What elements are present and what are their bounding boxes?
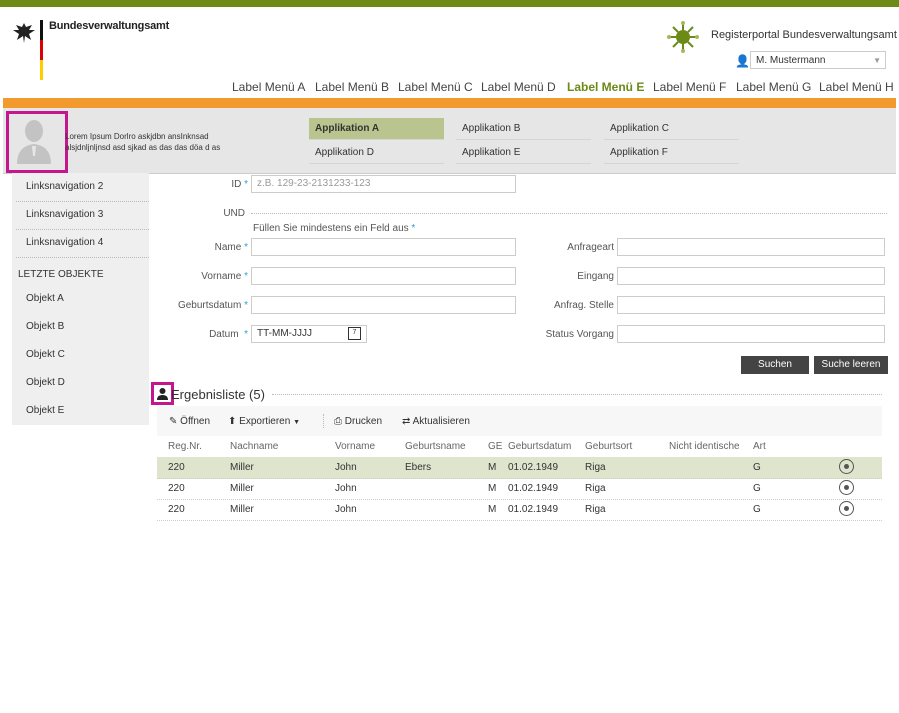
eye-icon[interactable] [839,501,854,516]
app-c[interactable]: Applikation C [604,118,739,140]
menu-item-e[interactable]: Label Menü E [567,80,644,94]
sidebar-link[interactable]: Linksnavigation 2 [26,181,103,192]
divider [16,201,149,202]
menu-item-f[interactable]: Label Menü F [653,80,726,94]
results-toolbar: ✎ Öffnen ⬆ Exportieren ▼ ⎙ Drucken ⇄ Akt… [157,406,882,436]
id-label: ID * [231,179,248,190]
anfrag-stelle-label: Anfrag. Stelle [553,300,614,311]
recent-object[interactable]: Objekt A [26,293,64,304]
recent-objects-heading: LETZTE OBJEKTE [18,269,104,280]
user-icon: 👤 [735,54,750,68]
pencil-icon: ✎ [169,416,178,427]
app-e[interactable]: Applikation E [456,142,591,164]
search-button[interactable]: Suchen [741,356,809,374]
app-b[interactable]: Applikation B [456,118,591,140]
column-header[interactable]: Nicht identische [669,441,740,452]
table-row[interactable]: 220 Miller John M 01.02.1949 Riga G [157,478,882,500]
column-header[interactable]: Vorname [335,441,375,452]
open-button[interactable]: ✎ Öffnen [169,416,210,427]
required-hint: Füllen Sie mindestens ein Feld aus * [253,223,416,234]
results-divider [272,394,882,395]
app-d[interactable]: Applikation D [309,142,444,164]
anfrageart-label: Anfrageart [567,242,614,253]
vorname-input[interactable] [251,267,516,285]
user-info-text: Lorem Ipsum Dorlro askjdbn ansInknsad al… [65,132,221,152]
divider [16,229,149,230]
menu-item-g[interactable]: Label Menü G [736,80,811,94]
refresh-icon: ⇄ [402,416,411,427]
table-row[interactable]: 220 Miller John M 01.02.1949 Riga G [157,499,882,521]
recent-object[interactable]: Objekt E [26,405,64,416]
print-button[interactable]: ⎙ Drucken [334,416,382,427]
geburtsdatum-input[interactable] [251,296,516,314]
column-header[interactable]: Art [753,441,766,452]
menu-item-h[interactable]: Label Menü H [819,80,894,94]
upload-icon: ⬆ [228,416,237,427]
results-title: Ergebnisliste (5) [171,387,265,402]
orange-divider [3,98,896,108]
divider [16,257,149,258]
export-button[interactable]: ⬆ Exportieren ▼ [228,416,300,427]
column-header[interactable]: Geburtsname [405,441,466,452]
name-label: Name * [214,242,248,253]
menu-item-c[interactable]: Label Menü C [398,80,473,94]
portal-name: Registerportal Bundesverwaltungsamt [711,29,897,41]
anfrag-stelle-input[interactable] [617,296,885,314]
column-header[interactable]: Nachname [230,441,278,452]
status-input[interactable] [617,325,885,343]
name-input[interactable] [251,238,516,256]
clear-search-button[interactable]: Suche leeren [814,356,888,374]
recent-object[interactable]: Objekt D [26,377,65,388]
datum-label: Datum * [209,329,248,340]
column-header[interactable]: GE [488,441,502,452]
datum-input[interactable]: TT-MM-JJJJ 7 [251,325,367,343]
table-row[interactable]: 220 Miller John Ebers M 01.02.1949 Riga … [157,457,882,479]
vorname-label: Vorname * [201,271,248,282]
top-brand-bar [0,0,899,7]
menu-item-b[interactable]: Label Menü B [315,80,389,94]
column-header[interactable]: Reg.Nr. [168,441,202,452]
virus-logo-icon [667,21,699,53]
app-a[interactable]: Applikation A [309,118,444,140]
avatar[interactable] [6,111,68,173]
column-header[interactable]: Geburtsdatum [508,441,571,452]
menu-item-d[interactable]: Label Menü D [481,80,556,94]
sidebar-link[interactable]: Linksnavigation 3 [26,209,103,220]
chevron-down-icon: ▼ [873,56,881,65]
eye-icon[interactable] [839,459,854,474]
datum-value: TT-MM-JJJJ [257,328,312,339]
sidebar-link[interactable]: Linksnavigation 4 [26,237,103,248]
toolbar-separator [323,414,324,428]
status-label: Status Vorgang [545,329,614,340]
user-select-value: M. Mustermann [756,55,826,66]
printer-icon: ⎙ [334,416,342,427]
caret-down-icon: ▼ [293,419,301,426]
main-menu: Label Menü A Label Menü B Label Menü C L… [0,80,899,98]
org-name: Bundesverwaltungsamt [49,20,170,32]
recent-object[interactable]: Objekt B [26,321,64,332]
recent-object[interactable]: Objekt C [26,349,65,360]
refresh-button[interactable]: ⇄ Aktualisieren [402,416,470,427]
federal-eagle-icon [13,23,35,43]
sidebar: Linksnavigation 2 Linksnavigation 3 Link… [12,173,149,425]
flag-stripe [40,20,43,80]
und-label: UND [223,208,245,219]
menu-item-a[interactable]: Label Menü A [232,80,305,94]
und-divider [251,213,887,214]
person-silhouette-icon [17,120,51,164]
id-input[interactable]: z.B. 129-23-2131233-123 [251,175,516,193]
eingang-label: Eingang [577,271,614,282]
user-select[interactable]: M. Mustermann ▼ [750,51,886,69]
calendar-icon[interactable]: 7 [348,327,361,340]
geburtsdatum-label: Geburtsdatum * [177,300,248,311]
anfrageart-input[interactable] [617,238,885,256]
app-f[interactable]: Applikation F [604,142,739,164]
eye-icon[interactable] [839,480,854,495]
column-header[interactable]: Geburtsort [585,441,632,452]
eingang-input[interactable] [617,267,885,285]
